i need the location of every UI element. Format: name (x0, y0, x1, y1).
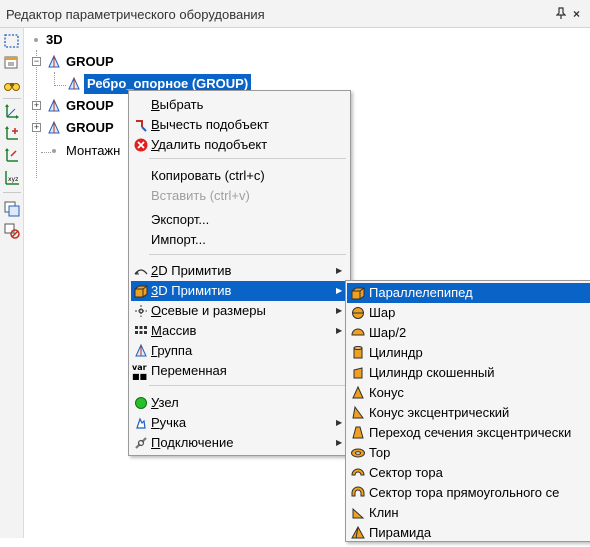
delete-icon (133, 137, 149, 153)
beveled-cylinder-icon (350, 365, 366, 381)
group-icon (46, 54, 62, 70)
pin-icon[interactable] (555, 7, 567, 22)
menu-item-variable[interactable]: var ■■ Переменная (131, 361, 348, 381)
submenu-item-torus-sector[interactable]: Сектор тора (347, 463, 590, 483)
primitive-3d-icon (133, 283, 149, 299)
submenu-item-cone[interactable]: Конус (347, 383, 590, 403)
submenu-item-hemisphere[interactable]: Шар/2 (347, 323, 590, 343)
node-icon (133, 395, 149, 411)
context-menu: Выбрать Вычесть подобъект Удалить подобъ… (128, 90, 351, 456)
properties-icon[interactable] (3, 54, 21, 72)
submenu-item-cylinder[interactable]: Цилиндр (347, 343, 590, 363)
tree-node-root[interactable]: 3D (34, 30, 94, 50)
axes-icon (133, 303, 149, 319)
subtract-icon (133, 117, 149, 133)
submenu-item-pyramid[interactable]: Пирамида (347, 523, 590, 543)
rect-torus-sector-icon (350, 485, 366, 501)
submenu-arrow-icon: ▶ (336, 286, 343, 295)
menu-item-import[interactable]: Импорт... (131, 230, 348, 250)
tree-node-label: GROUP (66, 120, 114, 135)
wedge-icon (350, 505, 366, 521)
connection-icon (133, 435, 149, 451)
axis-plus-icon[interactable] (3, 124, 21, 142)
variable-icon: var ■■ (132, 363, 148, 381)
hemisphere-icon (350, 325, 366, 341)
tree-node-mount[interactable]: Монтажн (30, 141, 130, 161)
submenu-item-rect-torus-sector[interactable]: Сектор тора прямоугольного се (347, 483, 590, 503)
group-icon (66, 76, 82, 92)
menu-item-copy[interactable]: Копировать (ctrl+c) (131, 166, 348, 186)
close-icon[interactable]: × (573, 7, 580, 21)
submenu-3d-primitive: Параллелепипед Шар Шар/2 Цилиндр Цилиндр… (345, 280, 590, 542)
title-bar: Редактор параметрического оборудования × (0, 0, 590, 28)
menu-item-export[interactable]: Экспорт... (131, 210, 348, 230)
submenu-arrow-icon: ▶ (336, 438, 343, 447)
expand-icon[interactable]: + (32, 101, 41, 110)
tree-node-group[interactable]: − GROUP (30, 52, 170, 72)
submenu-item-wedge[interactable]: Клин (347, 503, 590, 523)
menu-item-paste: Вставить (ctrl+v) (151, 188, 250, 203)
group-icon (46, 120, 62, 136)
submenu-item-beveled-cylinder[interactable]: Цилиндр скошенный (347, 363, 590, 383)
tree-node-label: 3D (46, 32, 63, 47)
submenu-arrow-icon: ▶ (336, 418, 343, 427)
menu-item-select[interactable]: Выбрать (131, 95, 348, 115)
link-icon[interactable] (3, 222, 21, 240)
menu-item-delete[interactable]: Удалить подобъект (131, 135, 348, 155)
menu-item-axes-dimensions[interactable]: Осевые и размеры ▶ (131, 301, 348, 321)
submenu-item-eccentric-cone[interactable]: Конус эксцентрический (347, 403, 590, 423)
tree-node-group[interactable]: + GROUP (30, 118, 130, 138)
tree-node-group[interactable]: + GROUP (30, 96, 130, 116)
menu-item-group[interactable]: Группа (131, 341, 348, 361)
window-title: Редактор параметрического оборудования (6, 7, 265, 22)
menu-item-3d-primitive[interactable]: 3D Примитив ▶ (131, 281, 348, 301)
collapse-icon[interactable]: − (32, 57, 41, 66)
expand-icon[interactable]: + (32, 123, 41, 132)
axis-y-icon[interactable] (3, 146, 21, 164)
menu-item-subtract[interactable]: Вычесть подобъект (131, 115, 348, 135)
submenu-arrow-icon: ▶ (336, 266, 343, 275)
torus-sector-icon (350, 465, 366, 481)
menu-item-connection[interactable]: Подключение ▶ (131, 433, 348, 453)
find-icon[interactable] (3, 76, 21, 94)
submenu-item-eccentric-transition[interactable]: Переход сечения эксцентрически (347, 423, 590, 443)
menu-item-node[interactable]: Узел (131, 393, 348, 413)
svg-text:xyz: xyz (8, 176, 18, 183)
tree-node-label: GROUP (66, 54, 114, 69)
copy-icon[interactable] (3, 200, 21, 218)
xyz-icon[interactable]: xyz (3, 168, 21, 186)
tree-node-label: GROUP (66, 98, 114, 113)
handle-icon (133, 415, 149, 431)
submenu-item-sphere[interactable]: Шар (347, 303, 590, 323)
torus-icon (350, 445, 366, 461)
left-toolbar: xyz (0, 28, 24, 538)
transition-icon (350, 425, 366, 441)
parallelepiped-icon (350, 285, 366, 301)
menu-item-2d-primitive[interactable]: 2D Примитив ▶ (131, 261, 348, 281)
menu-item-handle[interactable]: Ручка ▶ (131, 413, 348, 433)
sphere-icon (350, 305, 366, 321)
cone-icon (350, 385, 366, 401)
tree-node-label: Монтажн (66, 143, 121, 158)
submenu-item-parallelepiped[interactable]: Параллелепипед (347, 283, 590, 303)
eccentric-cone-icon (350, 405, 366, 421)
array-icon (133, 323, 149, 339)
axis-icon[interactable] (3, 102, 21, 120)
pyramid-icon (350, 525, 366, 541)
cylinder-icon (350, 345, 366, 361)
submenu-arrow-icon: ▶ (336, 326, 343, 335)
group-icon (133, 343, 149, 359)
primitive-2d-icon (133, 263, 149, 279)
select-icon[interactable] (3, 32, 21, 50)
submenu-item-torus[interactable]: Тор (347, 443, 590, 463)
submenu-arrow-icon: ▶ (336, 306, 343, 315)
menu-item-array[interactable]: Массив ▶ (131, 321, 348, 341)
group-icon (46, 98, 62, 114)
